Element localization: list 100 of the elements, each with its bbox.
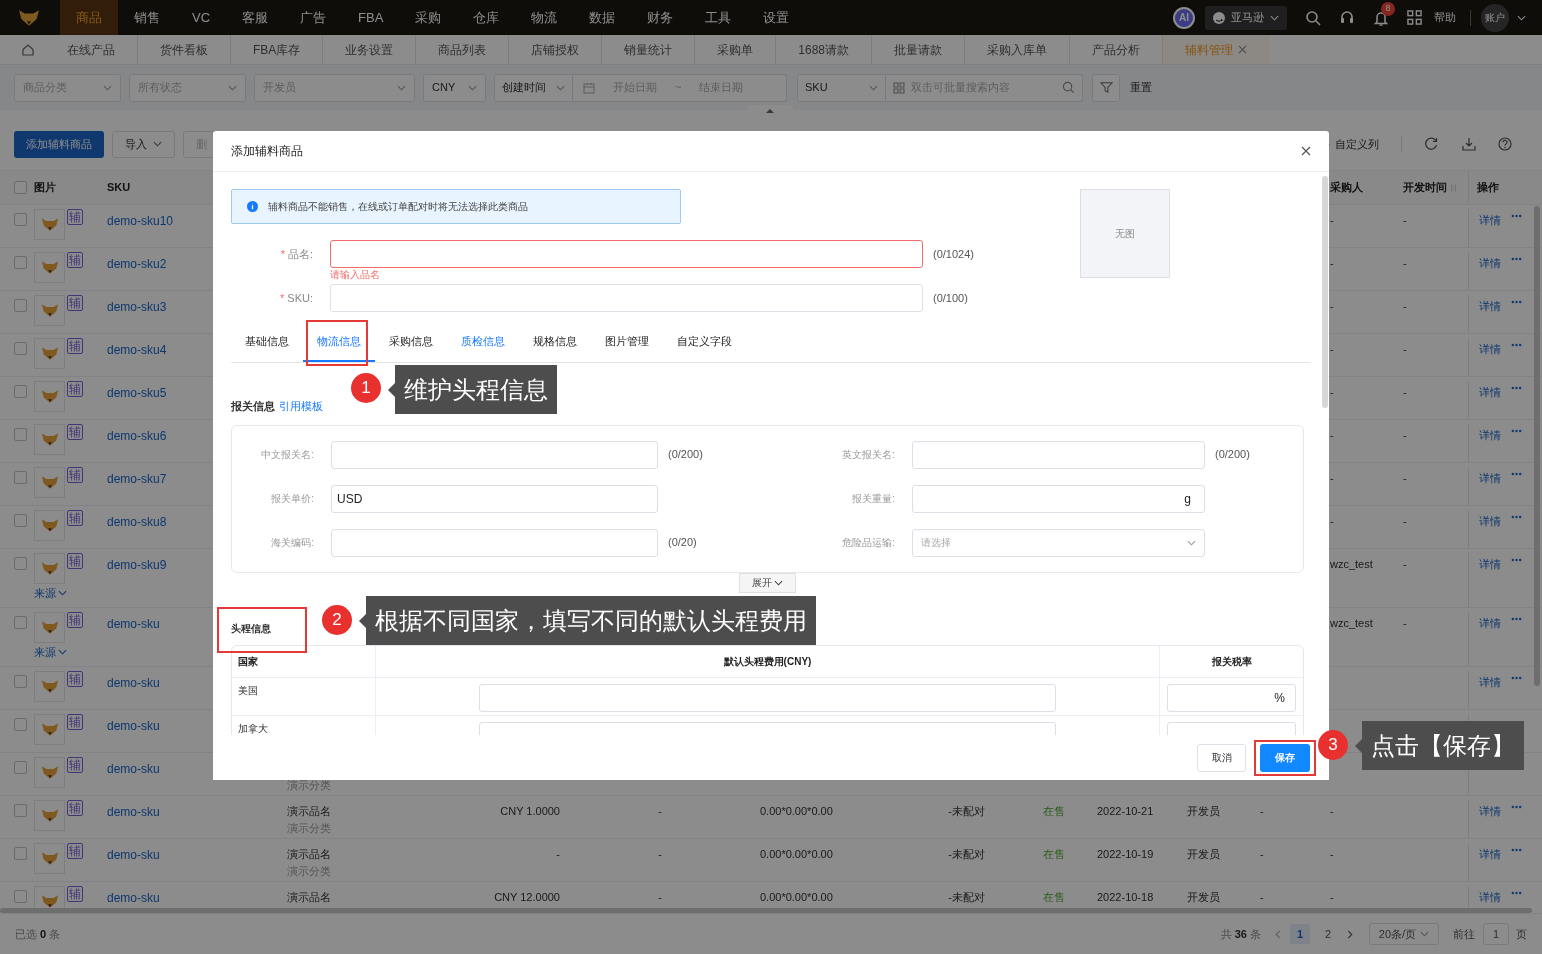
dialog-title: 添加辅料商品: [231, 143, 303, 160]
auxiliary-tag: 辅: [67, 338, 83, 354]
table-cell-text: 2022-10-21: [1097, 804, 1155, 819]
unit-suffix: g: [1184, 490, 1191, 508]
section-title: 头程信息: [231, 622, 271, 635]
table-cell-text: -: [1330, 342, 1335, 357]
character-count: (0/200): [668, 447, 703, 463]
table-cell-text: -: [1330, 299, 1335, 314]
sale-status: 在售: [1043, 890, 1066, 905]
required-mark: *: [280, 246, 285, 262]
table-cell-text: -: [1403, 342, 1408, 357]
product-name: 演示品名: [287, 890, 332, 905]
callout: 根据不同国家，填写不同的默认头程费用: [359, 596, 816, 645]
auxiliary-tag: 辅: [67, 295, 83, 311]
column-header: 报关税率: [1159, 645, 1303, 677]
table-cell-text: -: [1403, 616, 1408, 631]
match-status: 未配对: [952, 804, 986, 819]
table-cell-text: -: [657, 804, 663, 819]
table-cell-text: -: [1403, 514, 1408, 529]
table-cell-text: 开发员: [1187, 847, 1221, 862]
field-label: 海关编码:: [270, 536, 314, 550]
match-status: 未配对: [952, 890, 986, 905]
callout: 点击【保存】: [1355, 721, 1524, 770]
table-cell-text: -: [947, 804, 952, 819]
table-cell-text: -: [947, 890, 952, 905]
table-cell-text: -: [1330, 804, 1335, 819]
table-cell-text: 0.00*0.00*0.00: [760, 890, 834, 905]
table-cell-text: -: [1260, 847, 1265, 862]
character-count: (0/1024): [933, 246, 974, 262]
table-cell-text: 开发员: [1187, 804, 1221, 819]
info-alert: 辅料商品不能销售，在线或订单配对时将无法选择此类商品: [231, 189, 681, 224]
table-cell-text: -: [1330, 213, 1335, 228]
field-label: 危险品运输:: [841, 536, 895, 550]
table-cell-text: -: [947, 847, 952, 862]
field-label: 报关单价:: [270, 492, 314, 506]
auxiliary-tag: 辅: [67, 424, 83, 440]
table-cell-text: 2022-10-19: [1097, 847, 1155, 862]
column-header: 国家: [237, 654, 259, 669]
sale-status: 在售: [1043, 804, 1066, 819]
table-cell-text: 2022-10-18: [1097, 890, 1155, 905]
notification-count: 8: [1381, 1, 1395, 16]
column-header: SKU: [107, 180, 132, 196]
table-cell-text: -: [1403, 213, 1408, 228]
table-cell-text: 开发员: [1187, 890, 1221, 905]
auxiliary-tag: 辅: [67, 252, 83, 268]
auxiliary-tag: 辅: [67, 553, 83, 569]
table-cell-text: -: [1403, 299, 1408, 314]
table-cell-text: 0.00*0.00*0.00: [760, 804, 834, 819]
sale-status: 在售: [1043, 847, 1066, 862]
field-label: SKU:: [287, 290, 313, 306]
table-cell-text: -: [1330, 890, 1335, 905]
auxiliary-tag: 辅: [67, 381, 83, 397]
table-cell-text: -: [1403, 428, 1408, 443]
table-cell-text: -: [1260, 890, 1265, 905]
product-name: 演示品名: [287, 847, 332, 862]
table-cell-text: CNY 1.0000: [499, 804, 560, 819]
selection-count: 已选 0 条: [15, 926, 61, 942]
auxiliary-tag: 辅: [67, 612, 83, 628]
column-header: 操作: [1468, 171, 1542, 204]
field-label: 中文报关名:: [260, 448, 314, 462]
section-title: 报关信息: [231, 399, 275, 414]
column-header: 开发时间: [1403, 180, 1447, 196]
country-cell-text: 加拿大: [237, 721, 269, 735]
field-label: 报关重量:: [851, 492, 895, 506]
table-cell-text: wzc_test: [1330, 557, 1374, 572]
field-label: 英文报关名:: [841, 448, 895, 462]
table-cell-text: wzc_test: [1330, 616, 1374, 631]
table-cell-text: 0.00*0.00*0.00: [760, 847, 834, 862]
auxiliary-tag: 辅: [67, 209, 83, 225]
product-name: 演示品名: [287, 804, 332, 819]
table-cell-text: -: [1260, 804, 1265, 819]
column-header: 图片: [34, 180, 57, 196]
auxiliary-tag: 辅: [67, 714, 83, 730]
table-cell-text: -: [1330, 847, 1335, 862]
country-cell-text: 美国: [237, 683, 259, 698]
field-label: 品名:: [287, 246, 313, 262]
table-cell-text: -: [1330, 428, 1335, 443]
table-cell-text: -: [1330, 471, 1335, 486]
auxiliary-tag: 辅: [67, 886, 83, 902]
table-cell-text: -: [1403, 256, 1408, 271]
page-unit-label: 页: [1516, 926, 1527, 942]
callout: 维护头程信息: [388, 365, 557, 414]
table-cell-text: CNY 12.0000: [493, 890, 560, 905]
auxiliary-tag: 辅: [67, 467, 83, 483]
auxiliary-tag: 辅: [67, 671, 83, 687]
match-status: 未配对: [952, 847, 986, 862]
auxiliary-tag: 辅: [67, 800, 83, 816]
table-cell-text: -: [1403, 471, 1408, 486]
goto-label: 前往: [1453, 926, 1475, 942]
required-mark: *: [280, 290, 285, 306]
character-count: (0/100): [933, 290, 968, 306]
table-cell-text: -: [1330, 514, 1335, 529]
table-cell-text: -: [1403, 385, 1408, 400]
table-cell-text: -: [1330, 256, 1335, 271]
table-cell-text: -: [1330, 385, 1335, 400]
table-cell-text: -: [555, 847, 560, 862]
table-cell-text: -: [657, 847, 663, 862]
table-cell-text: -: [657, 890, 663, 905]
auxiliary-tag: 辅: [67, 843, 83, 859]
character-count: (0/200): [1215, 447, 1250, 463]
